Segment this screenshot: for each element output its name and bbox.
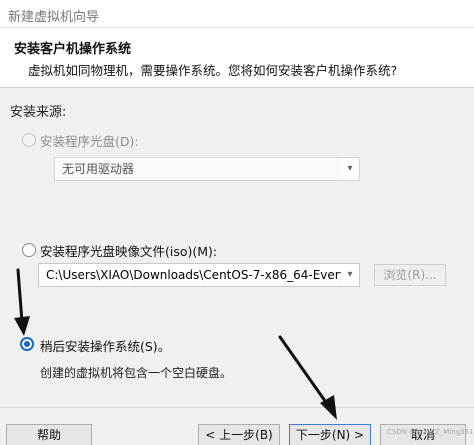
option-install-later-label[interactable]: 稍后安装操作系统(S)。 [40, 336, 170, 355]
page-title: 安装客户机操作系统 [14, 42, 132, 57]
option-installer-disc-label: 安装程序光盘(D): [40, 134, 139, 149]
window-title: 新建虚拟机向导 [8, 10, 100, 25]
iso-path-input[interactable]: C:\Users\XIAO\Downloads\CentOS-7-x86_64-… [38, 263, 360, 287]
disc-drive-select: 无可用驱动器 ▾ [54, 157, 360, 181]
back-button[interactable]: < 上一步(B) [198, 424, 280, 445]
footer-divider [0, 407, 474, 408]
help-button[interactable]: 帮助 [6, 424, 92, 445]
chevron-down-icon: ▾ [341, 158, 359, 180]
radio-iso-image[interactable] [22, 243, 36, 257]
option-iso-image-label[interactable]: 安装程序光盘映像文件(iso)(M): [40, 241, 217, 260]
chevron-down-icon[interactable]: ▾ [341, 264, 359, 286]
iso-path-value: C:\Users\XIAO\Downloads\CentOS-7-x86_64-… [46, 268, 360, 282]
annotation-arrow-left [14, 268, 30, 336]
wizard-header: 安装客户机操作系统 虚拟机如同物理机，需要操作系统。您将如何安装客户机操作系统? [0, 28, 474, 88]
install-later-description: 创建的虚拟机将包含一个空白硬盘。 [40, 366, 233, 380]
title-bar: 新建虚拟机向导 [0, 0, 474, 28]
page-subtitle: 虚拟机如同物理机，需要操作系统。您将如何安装客户机操作系统? [28, 63, 398, 78]
next-button[interactable]: 下一步(N) > [289, 424, 371, 445]
disc-drive-value: 无可用驱动器 [62, 162, 135, 176]
radio-install-later[interactable] [20, 337, 34, 351]
install-source-label: 安装来源: [10, 105, 67, 120]
watermark: CSDN @Xiao_Z_Ming361 [387, 428, 474, 436]
browse-button[interactable]: 浏览(R)... [374, 264, 446, 286]
radio-installer-disc [22, 133, 36, 147]
